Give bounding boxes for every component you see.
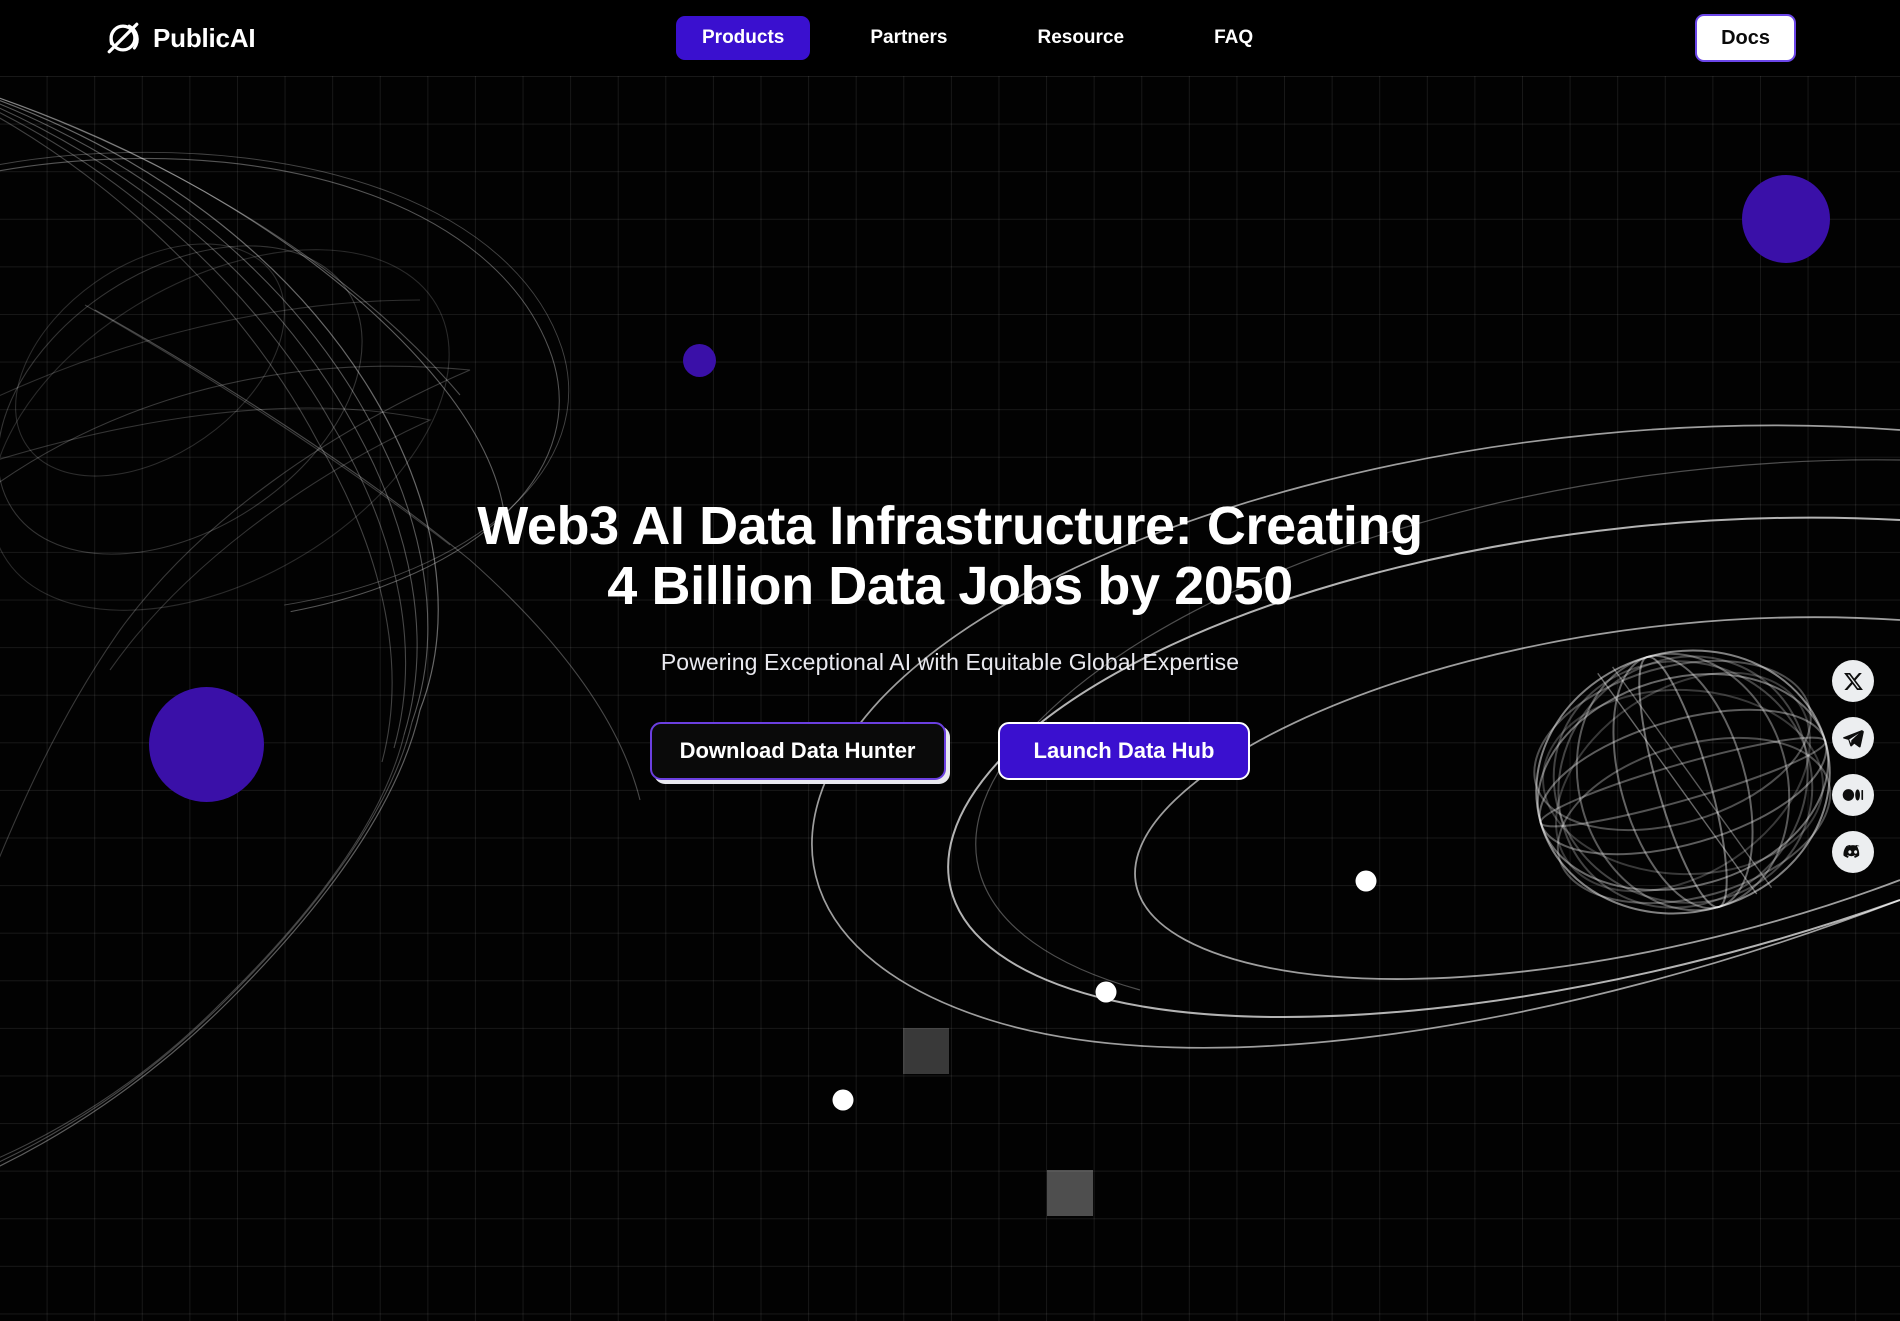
nav-item-resource[interactable]: Resource <box>1011 16 1150 60</box>
nav-item-partners[interactable]: Partners <box>844 16 973 60</box>
brand-name: PublicAI <box>153 23 256 53</box>
nav-item-products[interactable]: Products <box>676 16 811 60</box>
nav-item-faq[interactable]: FAQ <box>1188 16 1279 60</box>
publicai-planet-slash-icon <box>107 22 139 54</box>
social-links-rail <box>1832 660 1874 873</box>
docs-button[interactable]: Docs <box>1695 14 1796 62</box>
page-title: Web3 AI Data Infrastructure: Creating 4 … <box>477 496 1423 617</box>
primary-nav: Products Partners Resource FAQ <box>676 16 1279 60</box>
hero-section: Web3 AI Data Infrastructure: Creating 4 … <box>0 0 1900 1321</box>
telegram-icon <box>1843 729 1864 748</box>
hero-subtitle: Powering Exceptional AI with Equitable G… <box>660 648 1240 675</box>
x-twitter-icon <box>1843 672 1863 690</box>
hero-cta-row: Download Data Hunter Launch Data Hub <box>649 721 1251 781</box>
grid-highlight-cell <box>903 1028 949 1074</box>
decorative-blob-top-right <box>1742 175 1830 263</box>
social-link-medium[interactable] <box>1832 774 1874 816</box>
discord-icon <box>1843 845 1860 858</box>
background-grid <box>0 76 1900 1321</box>
brand-logo-link[interactable]: PublicAI <box>104 19 256 57</box>
site-header: PublicAI Products Partners Resource FAQ … <box>0 0 1900 76</box>
download-data-hunter-button[interactable]: Download Data Hunter <box>649 721 946 781</box>
decorative-blob-left <box>149 687 264 802</box>
social-link-x-twitter[interactable] <box>1832 660 1874 702</box>
page-root: PublicAI Products Partners Resource FAQ … <box>0 0 1900 1321</box>
decorative-blob-small-center <box>683 344 716 377</box>
medium-icon <box>1842 789 1864 801</box>
launch-data-hub-button[interactable]: Launch Data Hub <box>997 721 1251 781</box>
grid-highlight-cell <box>1047 1170 1093 1216</box>
social-link-telegram[interactable] <box>1832 717 1874 759</box>
social-link-discord[interactable] <box>1832 831 1874 873</box>
